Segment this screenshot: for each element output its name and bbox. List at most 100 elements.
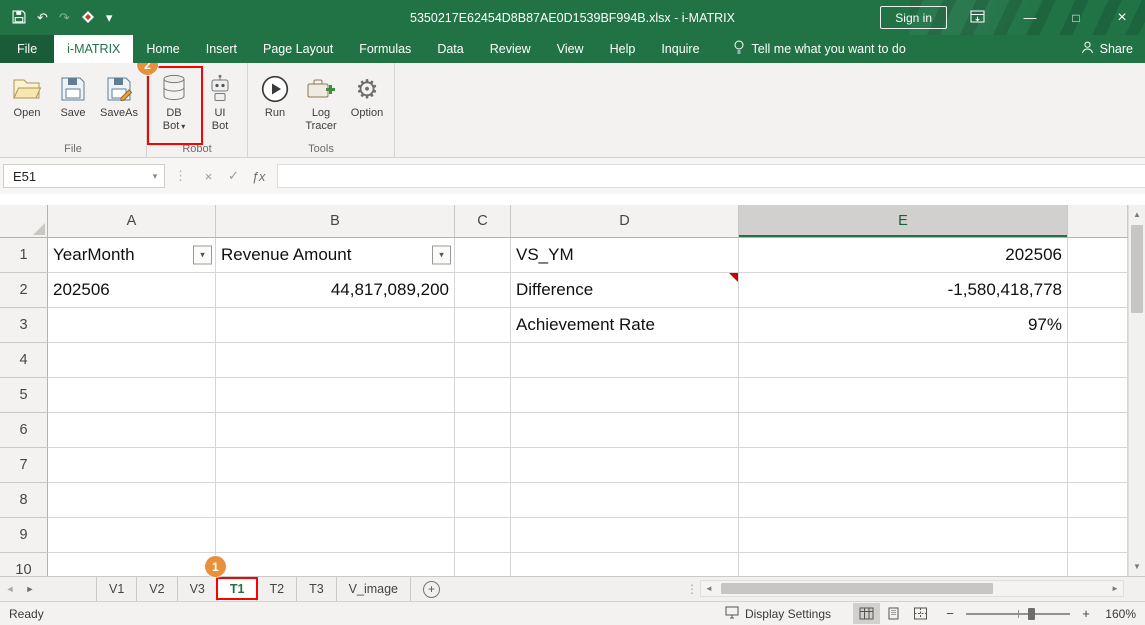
ribbon-display-options-icon[interactable] (970, 10, 985, 23)
page-layout-view-icon[interactable] (880, 603, 907, 624)
cell-F5[interactable] (1068, 378, 1128, 413)
cell-B2[interactable]: 44,817,089,200 (216, 273, 455, 308)
zoom-slider[interactable] (966, 613, 1070, 615)
cell-C10[interactable] (455, 553, 511, 576)
tab-formulas[interactable]: Formulas (346, 35, 424, 63)
ui-bot-button[interactable]: UI Bot (198, 67, 242, 137)
sheet-tab-t2[interactable]: T2 (257, 577, 297, 601)
column-header-D[interactable]: D (511, 205, 739, 238)
column-header-A[interactable]: A (48, 205, 216, 238)
zoom-level[interactable]: 160% (1102, 607, 1136, 621)
tab-page-layout[interactable]: Page Layout (250, 35, 346, 63)
cell-C1[interactable] (455, 238, 511, 273)
name-box[interactable]: E51 ▾ (3, 164, 165, 188)
scroll-down-icon[interactable]: ▼ (1129, 558, 1145, 575)
cell-E3[interactable]: 97% (739, 308, 1068, 343)
cell-D8[interactable] (511, 483, 739, 518)
cell-C7[interactable] (455, 448, 511, 483)
cell-B5[interactable] (216, 378, 455, 413)
cell-D6[interactable] (511, 413, 739, 448)
hscroll-track[interactable] (717, 581, 1107, 596)
cell-F1[interactable] (1068, 238, 1128, 273)
row-header-2[interactable]: 2 (0, 273, 48, 308)
display-settings-button[interactable]: Display Settings (721, 606, 835, 622)
cell-F10[interactable] (1068, 553, 1128, 576)
cell-F7[interactable] (1068, 448, 1128, 483)
row-header-1[interactable]: 1 (0, 238, 48, 273)
close-button[interactable]: × (1099, 0, 1145, 35)
cell-E9[interactable] (739, 518, 1068, 553)
row-header-7[interactable]: 7 (0, 448, 48, 483)
sheet-tab-v3[interactable]: V3 (178, 577, 218, 601)
save-as-button[interactable]: SaveAs (97, 67, 141, 137)
cell-B4[interactable] (216, 343, 455, 378)
cell-A8[interactable] (48, 483, 216, 518)
cell-C6[interactable] (455, 413, 511, 448)
scroll-up-icon[interactable]: ▲ (1129, 206, 1145, 223)
cell-F8[interactable] (1068, 483, 1128, 518)
cell-C3[interactable] (455, 308, 511, 343)
log-tracer-button[interactable]: Log Tracer (299, 67, 343, 137)
cell-A2[interactable]: 202506 (48, 273, 216, 308)
db-bot-button[interactable]: 2 DB Bot▾ (152, 67, 196, 137)
horizontal-scrollbar[interactable]: ◄ ► (700, 580, 1124, 597)
cell-D4[interactable] (511, 343, 739, 378)
cell-A9[interactable] (48, 518, 216, 553)
zoom-in-button[interactable]: + (1078, 606, 1094, 621)
cell-A6[interactable] (48, 413, 216, 448)
save-button[interactable]: Save (51, 67, 95, 137)
tab-file[interactable]: File (0, 35, 54, 63)
vscroll-thumb[interactable] (1131, 225, 1143, 313)
row-header-5[interactable]: 5 (0, 378, 48, 413)
cell-E6[interactable] (739, 413, 1068, 448)
column-header-C[interactable]: C (455, 205, 511, 238)
cell-F2[interactable] (1068, 273, 1128, 308)
vertical-scrollbar[interactable]: ▲ ▼ (1128, 205, 1145, 576)
column-header-partial[interactable] (1068, 205, 1128, 238)
cell-B7[interactable] (216, 448, 455, 483)
column-header-B[interactable]: B (216, 205, 455, 238)
cell-D9[interactable] (511, 518, 739, 553)
run-button[interactable]: Run (253, 67, 297, 137)
filter-dropdown-button[interactable]: ▾ (432, 246, 451, 265)
row-header-9[interactable]: 9 (0, 518, 48, 553)
sign-in-button[interactable]: Sign in (880, 6, 947, 29)
undo-icon[interactable]: ↶ (37, 11, 48, 24)
tab-insert[interactable]: Insert (193, 35, 250, 63)
cell-B3[interactable] (216, 308, 455, 343)
cell-E4[interactable] (739, 343, 1068, 378)
cell-D7[interactable] (511, 448, 739, 483)
sheet-tab-v1[interactable]: V1 (96, 577, 137, 601)
cell-F3[interactable] (1068, 308, 1128, 343)
cell-C5[interactable] (455, 378, 511, 413)
cell-A7[interactable] (48, 448, 216, 483)
tab-inquire[interactable]: Inquire (648, 35, 712, 63)
row-header-8[interactable]: 8 (0, 483, 48, 518)
cell-C4[interactable] (455, 343, 511, 378)
sheet-nav-left-icon[interactable]: ◄ (0, 577, 20, 601)
sheet-tab-v_image[interactable]: V_image (337, 577, 411, 601)
row-header-4[interactable]: 4 (0, 343, 48, 378)
addin-icon[interactable] (81, 10, 95, 26)
tab-data[interactable]: Data (424, 35, 476, 63)
cell-E1[interactable]: 202506 (739, 238, 1068, 273)
cell-C2[interactable] (455, 273, 511, 308)
select-all-corner[interactable] (0, 205, 48, 238)
cell-B1[interactable]: Revenue Amount▾ (216, 238, 455, 273)
cell-D2[interactable]: Difference (511, 273, 739, 308)
cell-E5[interactable] (739, 378, 1068, 413)
cell-B6[interactable] (216, 413, 455, 448)
cell-F4[interactable] (1068, 343, 1128, 378)
cell-A4[interactable] (48, 343, 216, 378)
cell-E10[interactable] (739, 553, 1068, 576)
tab-review[interactable]: Review (477, 35, 544, 63)
sheet-nav-right-icon[interactable]: ► (20, 577, 40, 601)
enter-check-icon[interactable]: ✓ (221, 168, 246, 184)
redo-icon[interactable]: ↷ (59, 11, 70, 24)
open-button[interactable]: Open (5, 67, 49, 137)
share-button[interactable]: Share (1081, 35, 1133, 63)
cell-B9[interactable] (216, 518, 455, 553)
filter-dropdown-button[interactable]: ▾ (193, 246, 212, 265)
option-button[interactable]: ⚙ Option (345, 67, 389, 137)
cell-D10[interactable] (511, 553, 739, 576)
